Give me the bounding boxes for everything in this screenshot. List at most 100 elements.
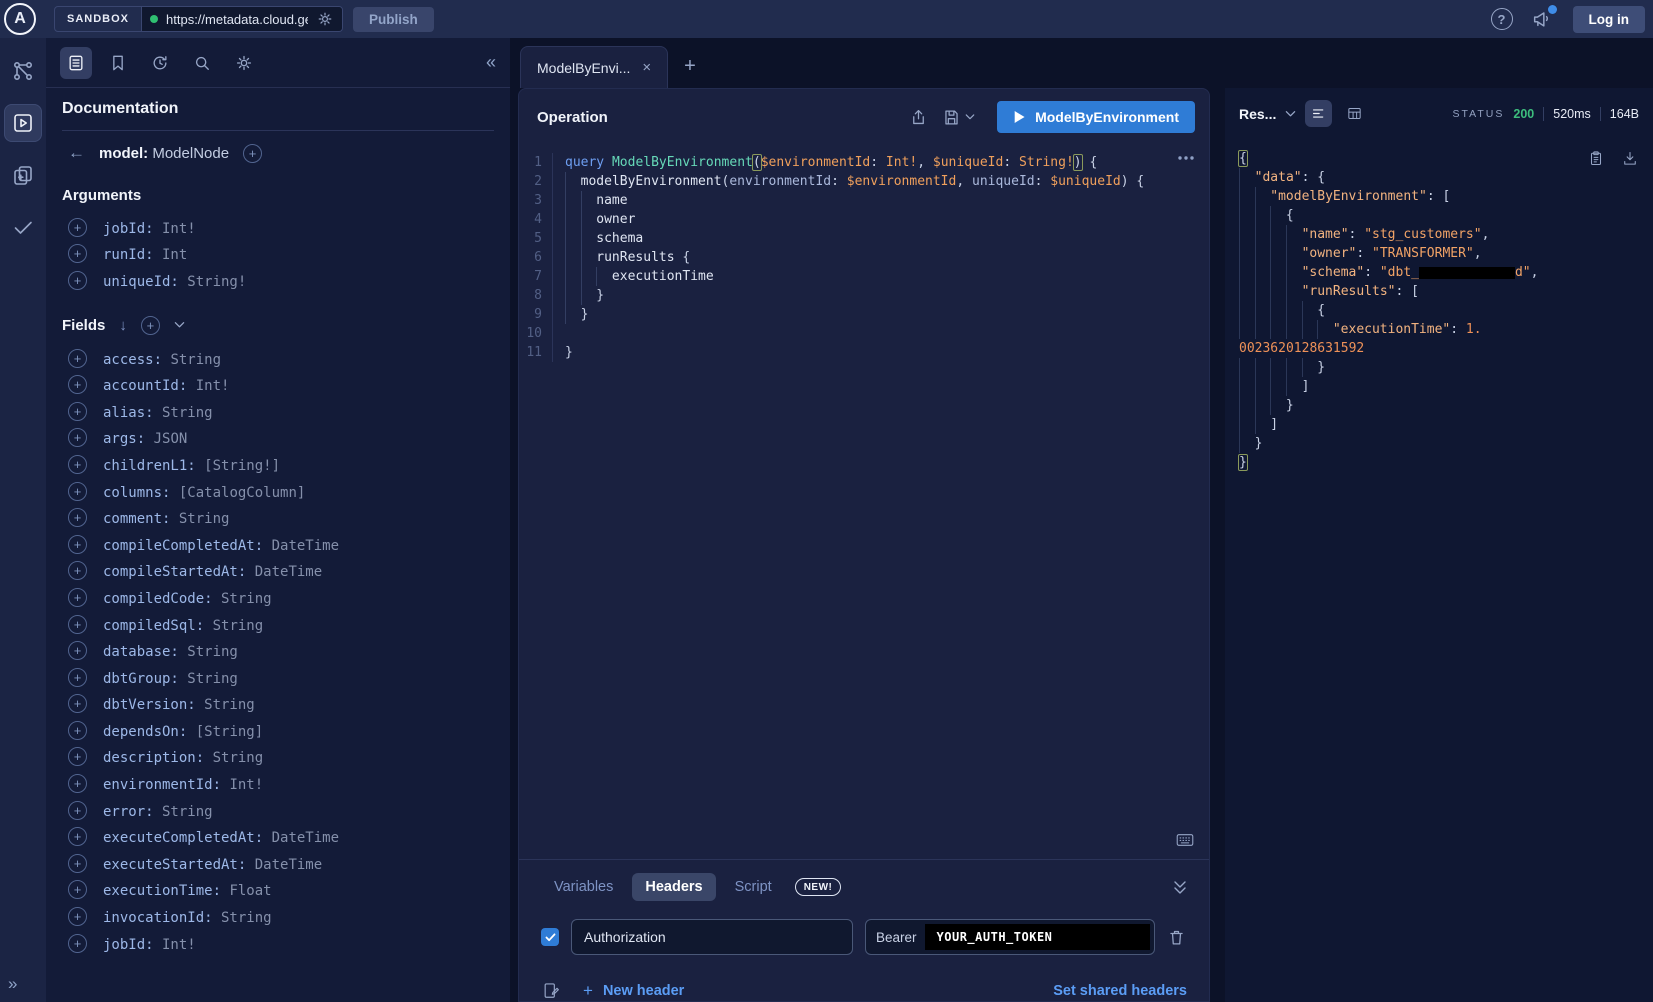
header-enabled-checkbox[interactable]: [541, 928, 559, 946]
keyboard-shortcuts-icon[interactable]: [1175, 831, 1195, 849]
saved-operations-bookmark-icon[interactable]: [102, 47, 134, 79]
add-field-plus-icon[interactable]: +: [68, 668, 87, 687]
checks-icon[interactable]: [4, 208, 42, 246]
login-button[interactable]: Log in: [1573, 6, 1646, 33]
schema-graph-icon[interactable]: [4, 52, 42, 90]
new-header-button[interactable]: + New header: [583, 981, 684, 1001]
doc-field-row[interactable]: +invocationId: String: [62, 903, 494, 930]
doc-field-row[interactable]: +access: String: [62, 345, 494, 372]
endpoint-settings-gear-icon[interactable]: [316, 10, 334, 28]
doc-field-row[interactable]: +description: String: [62, 744, 494, 771]
editor-menu-dots-icon[interactable]: [1177, 155, 1195, 161]
add-field-plus-icon[interactable]: +: [68, 244, 87, 263]
save-operation-group[interactable]: [942, 108, 975, 127]
endpoint-url-box[interactable]: https://metadata.cloud.get: [142, 7, 342, 31]
operation-tab[interactable]: ModelByEnvi... ×: [520, 46, 668, 88]
download-response-icon[interactable]: [1621, 149, 1639, 168]
doc-field-row[interactable]: +accountId: Int!: [62, 371, 494, 398]
doc-field-row[interactable]: +error: String: [62, 797, 494, 824]
save-chevron-down-icon[interactable]: [965, 113, 975, 121]
add-field-plus-icon[interactable]: +: [68, 561, 87, 580]
doc-field-row[interactable]: +jobId: Int!: [62, 930, 494, 957]
response-title[interactable]: Res...: [1239, 106, 1276, 122]
add-field-plus-icon[interactable]: +: [68, 747, 87, 766]
documentation-tab-icon[interactable]: [60, 47, 92, 79]
breadcrumb-type[interactable]: ModelNode: [152, 145, 229, 162]
run-operation-button[interactable]: ModelByEnvironment: [997, 101, 1195, 133]
add-all-fields-plus-icon[interactable]: +: [141, 316, 160, 335]
search-icon[interactable]: [186, 47, 218, 79]
add-field-plus-icon[interactable]: +: [68, 774, 87, 793]
doc-field-row[interactable]: +executeStartedAt: DateTime: [62, 850, 494, 877]
copy-response-clipboard-icon[interactable]: [1587, 149, 1605, 168]
fields-chevron-down-icon[interactable]: [174, 321, 185, 329]
share-operation-icon[interactable]: [909, 108, 928, 127]
set-shared-headers-link[interactable]: Set shared headers: [1053, 983, 1187, 999]
save-icon[interactable]: [942, 108, 961, 127]
close-tab-icon[interactable]: ×: [642, 59, 651, 76]
doc-field-row[interactable]: +environmentId: Int!: [62, 770, 494, 797]
delete-header-trash-icon[interactable]: [1167, 928, 1186, 947]
help-icon[interactable]: ?: [1491, 8, 1513, 30]
add-field-plus-icon[interactable]: +: [68, 880, 87, 899]
add-field-plus-icon[interactable]: +: [68, 455, 87, 474]
doc-field-row[interactable]: +dependsOn: [String]: [62, 717, 494, 744]
doc-argument-row[interactable]: +jobId: Int!: [62, 214, 494, 241]
tab-script[interactable]: Script: [722, 873, 785, 901]
doc-argument-row[interactable]: +runId: Int: [62, 241, 494, 268]
doc-field-row[interactable]: +dbtVersion: String: [62, 691, 494, 718]
publish-button[interactable]: Publish: [353, 7, 434, 32]
add-field-plus-icon[interactable]: +: [68, 907, 87, 926]
add-field-plus-icon[interactable]: +: [68, 271, 87, 290]
sort-descending-icon[interactable]: ↓: [119, 317, 127, 334]
header-value-field[interactable]: Bearer YOUR_AUTH_TOKEN: [865, 919, 1155, 955]
doc-field-row[interactable]: +compiledSql: String: [62, 611, 494, 638]
add-field-plus-icon[interactable]: +: [68, 854, 87, 873]
collapse-panel-icon[interactable]: «: [486, 52, 496, 73]
add-field-plus-icon[interactable]: +: [68, 218, 87, 237]
add-field-plus-icon[interactable]: +: [68, 428, 87, 447]
add-field-plus-icon[interactable]: +: [68, 721, 87, 740]
doc-field-row[interactable]: +executeCompletedAt: DateTime: [62, 823, 494, 850]
collections-icon[interactable]: [4, 156, 42, 194]
doc-field-row[interactable]: +compileCompletedAt: DateTime: [62, 531, 494, 558]
doc-field-row[interactable]: +args: JSON: [62, 425, 494, 452]
doc-field-row[interactable]: +dbtGroup: String: [62, 664, 494, 691]
query-editor[interactable]: 1query ModelByEnvironment($environmentId…: [519, 145, 1209, 859]
back-arrow-icon[interactable]: ←: [68, 143, 85, 163]
add-field-plus-icon[interactable]: +: [68, 827, 87, 846]
add-field-plus-icon[interactable]: +: [68, 615, 87, 634]
add-field-plus-icon[interactable]: +: [68, 349, 87, 368]
add-field-plus-icon[interactable]: +: [68, 801, 87, 820]
add-field-plus-icon[interactable]: +: [68, 694, 87, 713]
tab-variables[interactable]: Variables: [541, 873, 626, 901]
table-view-icon[interactable]: [1341, 100, 1368, 127]
expand-right-icon[interactable]: »: [0, 974, 17, 994]
doc-field-row[interactable]: +compileStartedAt: DateTime: [62, 558, 494, 585]
announcements-megaphone-icon[interactable]: [1531, 8, 1553, 30]
header-key-input[interactable]: [571, 919, 853, 955]
add-field-plus-icon[interactable]: +: [68, 508, 87, 527]
doc-field-row[interactable]: +compiledCode: String: [62, 584, 494, 611]
add-field-plus-icon[interactable]: +: [68, 535, 87, 554]
doc-field-row[interactable]: +alias: String: [62, 398, 494, 425]
doc-field-row[interactable]: +executionTime: Float: [62, 877, 494, 904]
endpoint-url[interactable]: https://metadata.cloud.get: [166, 12, 308, 27]
add-field-plus-icon[interactable]: +: [68, 482, 87, 501]
tab-headers[interactable]: Headers: [632, 873, 715, 901]
doc-field-row[interactable]: +childrenL1: [String!]: [62, 451, 494, 478]
response-chevron-down-icon[interactable]: [1285, 110, 1296, 118]
add-field-plus-icon[interactable]: +: [68, 588, 87, 607]
auth-token-placeholder[interactable]: YOUR_AUTH_TOKEN: [925, 924, 1150, 950]
history-icon[interactable]: [144, 47, 176, 79]
collapse-bottom-panel-icon[interactable]: [1173, 880, 1187, 895]
new-tab-icon[interactable]: +: [684, 55, 696, 78]
add-field-plus-icon[interactable]: +: [68, 375, 87, 394]
add-field-plus-icon[interactable]: +: [68, 934, 87, 953]
environment-variables-icon[interactable]: [541, 981, 561, 1001]
doc-field-row[interactable]: +comment: String: [62, 504, 494, 531]
doc-field-row[interactable]: +columns: [CatalogColumn]: [62, 478, 494, 505]
add-field-plus-icon[interactable]: +: [68, 402, 87, 421]
raw-view-icon[interactable]: [1305, 100, 1332, 127]
add-type-plus-icon[interactable]: +: [243, 144, 262, 163]
